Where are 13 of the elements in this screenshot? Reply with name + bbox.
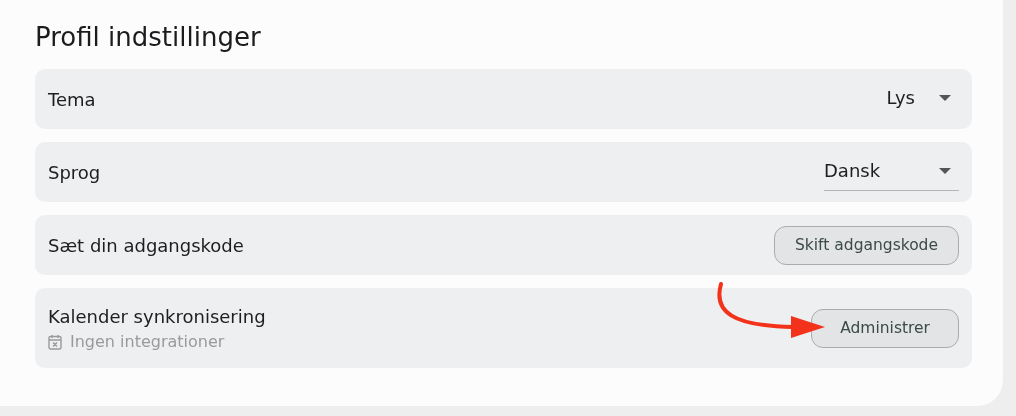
card-title: Profil indstillinger bbox=[35, 22, 262, 54]
dropdown[interactable]: Dansk bbox=[824, 153, 959, 192]
setting-label: Sæt din adgangskode bbox=[48, 233, 244, 258]
setting-label: Sprog bbox=[48, 160, 101, 185]
setting-label: Kalender synkronisering bbox=[48, 304, 266, 329]
caret-icon bbox=[939, 167, 951, 174]
integration-status: Ingen integrationer bbox=[70, 330, 225, 353]
calendar-icon bbox=[48, 333, 62, 350]
caret-icon bbox=[939, 94, 951, 101]
setting-label: Tema bbox=[48, 87, 96, 112]
action-button[interactable]: Skift adgangskode bbox=[774, 225, 959, 265]
dropdown[interactable]: Lys bbox=[849, 80, 959, 119]
action-button[interactable]: Administrer bbox=[811, 308, 959, 348]
